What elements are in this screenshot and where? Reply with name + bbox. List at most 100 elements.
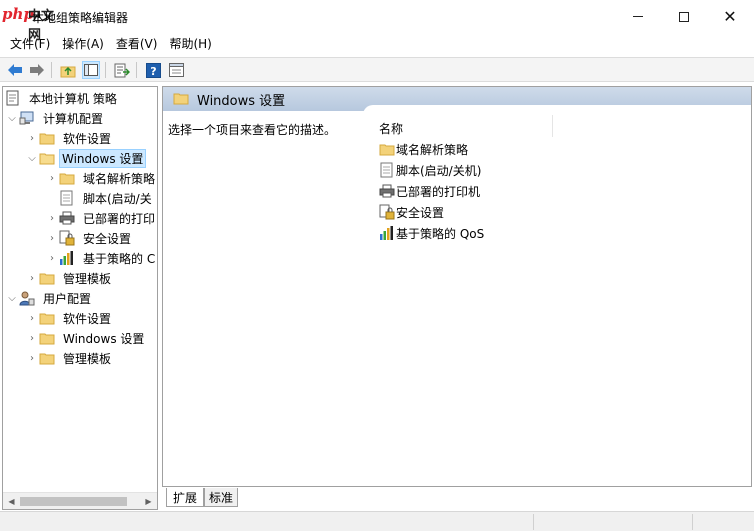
svg-text:?: ?	[150, 65, 156, 78]
list-item-label: 基于策略的 QoS	[396, 226, 485, 241]
folder-icon	[39, 130, 55, 146]
tree-item-dns-policy[interactable]: › 域名解析策略	[45, 168, 157, 188]
chevron-down-icon[interactable]: ⌵	[5, 288, 19, 308]
tree-item-user-config[interactable]: ⌵ 用户配置	[5, 288, 95, 308]
minimize-button[interactable]	[615, 0, 661, 33]
chevron-right-icon[interactable]: ›	[45, 208, 59, 228]
item-list: 名称 域名解析策略 脚本(启动/关机) 已部署的打印机 安全设置 基于策略的 Q…	[363, 105, 751, 486]
list-item-printers[interactable]: 已部署的打印机	[379, 181, 480, 201]
security-icon	[59, 230, 75, 246]
tree-item-label: 软件设置	[63, 131, 112, 146]
tree-item-printers[interactable]: › 已部署的打印	[45, 208, 157, 228]
back-arrow-icon	[8, 64, 22, 76]
tree-item-label: 安全设置	[83, 231, 132, 246]
tree-item-user-software-settings[interactable]: › 软件设置	[25, 308, 115, 328]
toolbar-separator	[51, 62, 52, 78]
tab-standard[interactable]: 标准	[204, 488, 238, 507]
tab-extended[interactable]: 扩展	[166, 488, 204, 507]
tree-item-windows-settings[interactable]: ⌵ Windows 设置	[25, 148, 147, 168]
menu-action[interactable]: 操作(A)	[56, 34, 110, 54]
tree-item-scripts[interactable]: 脚本(启动/关	[59, 188, 156, 208]
tree-horizontal-scrollbar[interactable]: ◀ ▶	[3, 492, 157, 509]
up-one-level-button[interactable]	[59, 61, 77, 79]
tree-item-label: 已部署的打印	[83, 211, 156, 226]
back-button[interactable]	[6, 61, 24, 79]
chevron-right-icon[interactable]: ›	[45, 168, 59, 188]
list-item-qos[interactable]: 基于策略的 QoS	[379, 223, 484, 243]
chevron-right-icon[interactable]: ›	[25, 348, 39, 368]
export-list-button[interactable]	[113, 61, 131, 79]
toolbar: ?	[0, 57, 754, 82]
chevron-right-icon[interactable]: ›	[25, 128, 39, 148]
status-bar	[0, 511, 754, 531]
tree-item-label: 软件设置	[63, 311, 112, 326]
menu-bar: 文件(F) 操作(A) 查看(V) 帮助(H)	[0, 33, 754, 55]
tree-item-admin-templates[interactable]: › 管理模板	[25, 268, 115, 288]
folder-icon	[39, 350, 55, 366]
tree-item-label: 本地计算机 策略	[29, 91, 117, 106]
view-tabs: 扩展 标准	[162, 488, 752, 510]
folder-up-icon	[60, 66, 76, 77]
forward-button[interactable]	[28, 61, 46, 79]
minimize-icon	[633, 16, 643, 17]
folder-icon	[173, 91, 189, 108]
properties-button[interactable]	[167, 61, 185, 79]
chevron-right-icon[interactable]: ›	[25, 268, 39, 288]
forward-arrow-icon	[30, 64, 44, 76]
console-tree-icon	[84, 64, 98, 76]
script-icon	[59, 190, 75, 206]
tree-item-label: Windows 设置	[59, 148, 147, 168]
menu-file[interactable]: 文件(F)	[4, 34, 56, 54]
script-icon	[379, 162, 395, 178]
tree-item-user-admin-templates[interactable]: › 管理模板	[25, 348, 115, 368]
help-button[interactable]: ?	[144, 61, 162, 79]
list-item-scripts[interactable]: 脚本(启动/关机)	[379, 160, 481, 180]
qos-chart-icon	[379, 225, 395, 241]
chevron-right-icon[interactable]: ›	[45, 248, 59, 268]
folder-icon	[39, 270, 55, 286]
tree-item-label: 计算机配置	[43, 111, 104, 126]
tree-item-local-computer-policy[interactable]: 本地计算机 策略	[5, 88, 121, 108]
scroll-right-icon[interactable]: ▶	[140, 493, 157, 509]
chevron-right-icon[interactable]: ›	[25, 328, 39, 348]
folder-icon	[59, 170, 75, 186]
column-separator[interactable]	[552, 115, 553, 137]
tree-item-qos[interactable]: › 基于策略的 C	[45, 248, 157, 268]
close-button[interactable]: ✕	[707, 0, 753, 33]
chevron-right-icon[interactable]: ›	[25, 308, 39, 328]
folder-icon	[379, 141, 395, 157]
tree-item-user-windows-settings[interactable]: › Windows 设置	[25, 328, 148, 348]
folder-icon	[39, 310, 55, 326]
chevron-down-icon[interactable]: ⌵	[5, 108, 19, 128]
chevron-down-icon[interactable]: ⌵	[25, 148, 39, 168]
policy-document-icon	[5, 90, 21, 106]
column-header-name[interactable]: 名称	[379, 120, 403, 137]
toolbar-separator	[105, 62, 106, 78]
users-icon	[19, 290, 35, 306]
tree-item-label: 管理模板	[63, 271, 112, 286]
tree-item-computer-config[interactable]: ⌵ 计算机配置	[5, 108, 107, 128]
tab-label: 扩展	[172, 490, 197, 505]
status-separator	[533, 514, 534, 530]
printer-icon	[59, 210, 75, 226]
menu-view[interactable]: 查看(V)	[110, 34, 164, 54]
tree-item-security-settings[interactable]: › 安全设置	[45, 228, 135, 248]
list-item-security-settings[interactable]: 安全设置	[379, 202, 444, 222]
properties-icon	[168, 63, 184, 77]
tree-item-label: Windows 设置	[63, 331, 145, 346]
chevron-right-icon[interactable]: ›	[45, 228, 59, 248]
description-text: 选择一个项目来查看它的描述。	[168, 123, 337, 137]
status-separator	[692, 514, 693, 530]
console-tree: 本地计算机 策略 ⌵ 计算机配置 › 软件设置 ⌵ Windows 设置 › 域…	[2, 86, 158, 510]
show-hide-tree-button[interactable]	[82, 61, 100, 79]
security-icon	[379, 204, 395, 220]
tree-item-label: 脚本(启动/关	[83, 191, 152, 206]
tree-item-software-settings[interactable]: › 软件设置	[25, 128, 115, 148]
scroll-left-icon[interactable]: ◀	[3, 493, 20, 509]
maximize-button[interactable]	[661, 0, 707, 33]
window-title: 本地组策略编辑器	[32, 11, 129, 25]
menu-help[interactable]: 帮助(H)	[163, 34, 217, 54]
title-bar: php 中文网 本地组策略编辑器 ✕	[0, 0, 754, 43]
list-item-dns-policy[interactable]: 域名解析策略	[379, 139, 468, 159]
scrollbar-thumb[interactable]	[20, 497, 127, 506]
